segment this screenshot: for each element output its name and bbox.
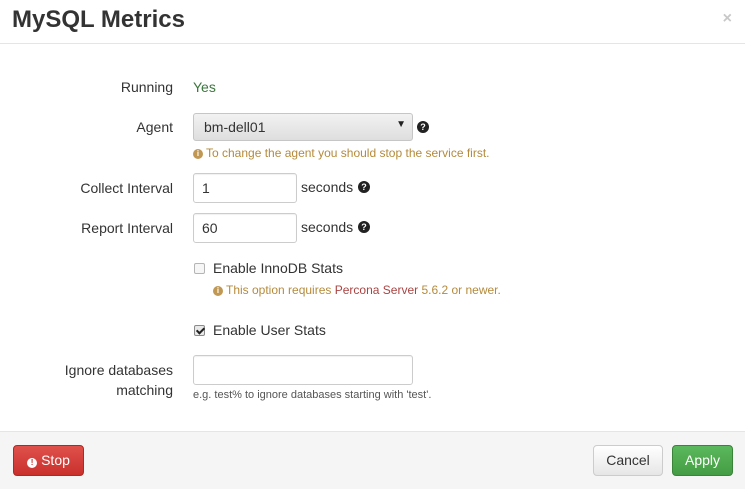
ignore-databases-label-line1: Ignore databases bbox=[64, 362, 173, 378]
report-interval-unit: seconds bbox=[301, 219, 354, 235]
modal-title: MySQL Metrics bbox=[12, 6, 185, 33]
running-label: Running bbox=[120, 79, 173, 95]
apply-button[interactable]: Apply bbox=[672, 445, 733, 476]
running-value: Yes bbox=[193, 79, 216, 95]
ignore-databases-help: e.g. test% to ignore databases starting … bbox=[193, 389, 432, 401]
ignore-databases-label-line2: matching bbox=[116, 382, 173, 398]
agent-label: Agent bbox=[136, 119, 173, 135]
innodb-stats-checkbox[interactable] bbox=[194, 263, 205, 274]
percona-server-link[interactable]: Percona Server bbox=[335, 283, 418, 297]
user-stats-checkbox[interactable] bbox=[194, 325, 205, 336]
report-interval-label: Report Interval bbox=[81, 220, 173, 236]
close-icon[interactable]: × bbox=[723, 10, 732, 28]
cancel-button[interactable]: Cancel bbox=[593, 445, 663, 476]
mysql-metrics-modal: MySQL Metrics × Running Yes Agent bm-del… bbox=[0, 0, 745, 489]
collect-interval-label: Collect Interval bbox=[80, 180, 173, 196]
dropdown-arrow-icon: ▼ bbox=[396, 119, 406, 130]
info-icon: i bbox=[193, 149, 203, 159]
question-circle-icon[interactable]: ? bbox=[358, 181, 370, 193]
info-icon: i bbox=[213, 286, 223, 296]
agent-notice-text: To change the agent you should stop the … bbox=[206, 146, 490, 160]
ignore-databases-input[interactable] bbox=[193, 355, 413, 385]
innodb-notice: i This option requires Percona Server 5.6… bbox=[213, 283, 501, 297]
agent-selected-value: bm-dell01 bbox=[204, 119, 266, 135]
report-interval-input[interactable]: 60 bbox=[193, 213, 297, 243]
innodb-notice-suffix: 5.6.2 or newer. bbox=[421, 283, 501, 297]
stop-button-label: Stop bbox=[41, 452, 70, 468]
innodb-stats-label[interactable]: Enable InnoDB Stats bbox=[213, 260, 343, 276]
agent-notice: i To change the agent you should stop the… bbox=[193, 146, 490, 160]
agent-select[interactable]: bm-dell01 ▼ bbox=[193, 113, 413, 141]
collect-interval-unit: seconds bbox=[301, 179, 354, 195]
user-stats-label[interactable]: Enable User Stats bbox=[213, 322, 326, 338]
exclamation-circle-icon: ! bbox=[27, 458, 38, 468]
question-circle-icon[interactable]: ? bbox=[358, 221, 370, 233]
question-circle-icon[interactable]: ? bbox=[417, 121, 429, 133]
innodb-notice-prefix: This option requires bbox=[226, 283, 332, 297]
collect-interval-input[interactable]: 1 bbox=[193, 173, 297, 203]
stop-button[interactable]: ! Stop bbox=[13, 445, 84, 476]
modal-header: MySQL Metrics × bbox=[0, 0, 745, 44]
